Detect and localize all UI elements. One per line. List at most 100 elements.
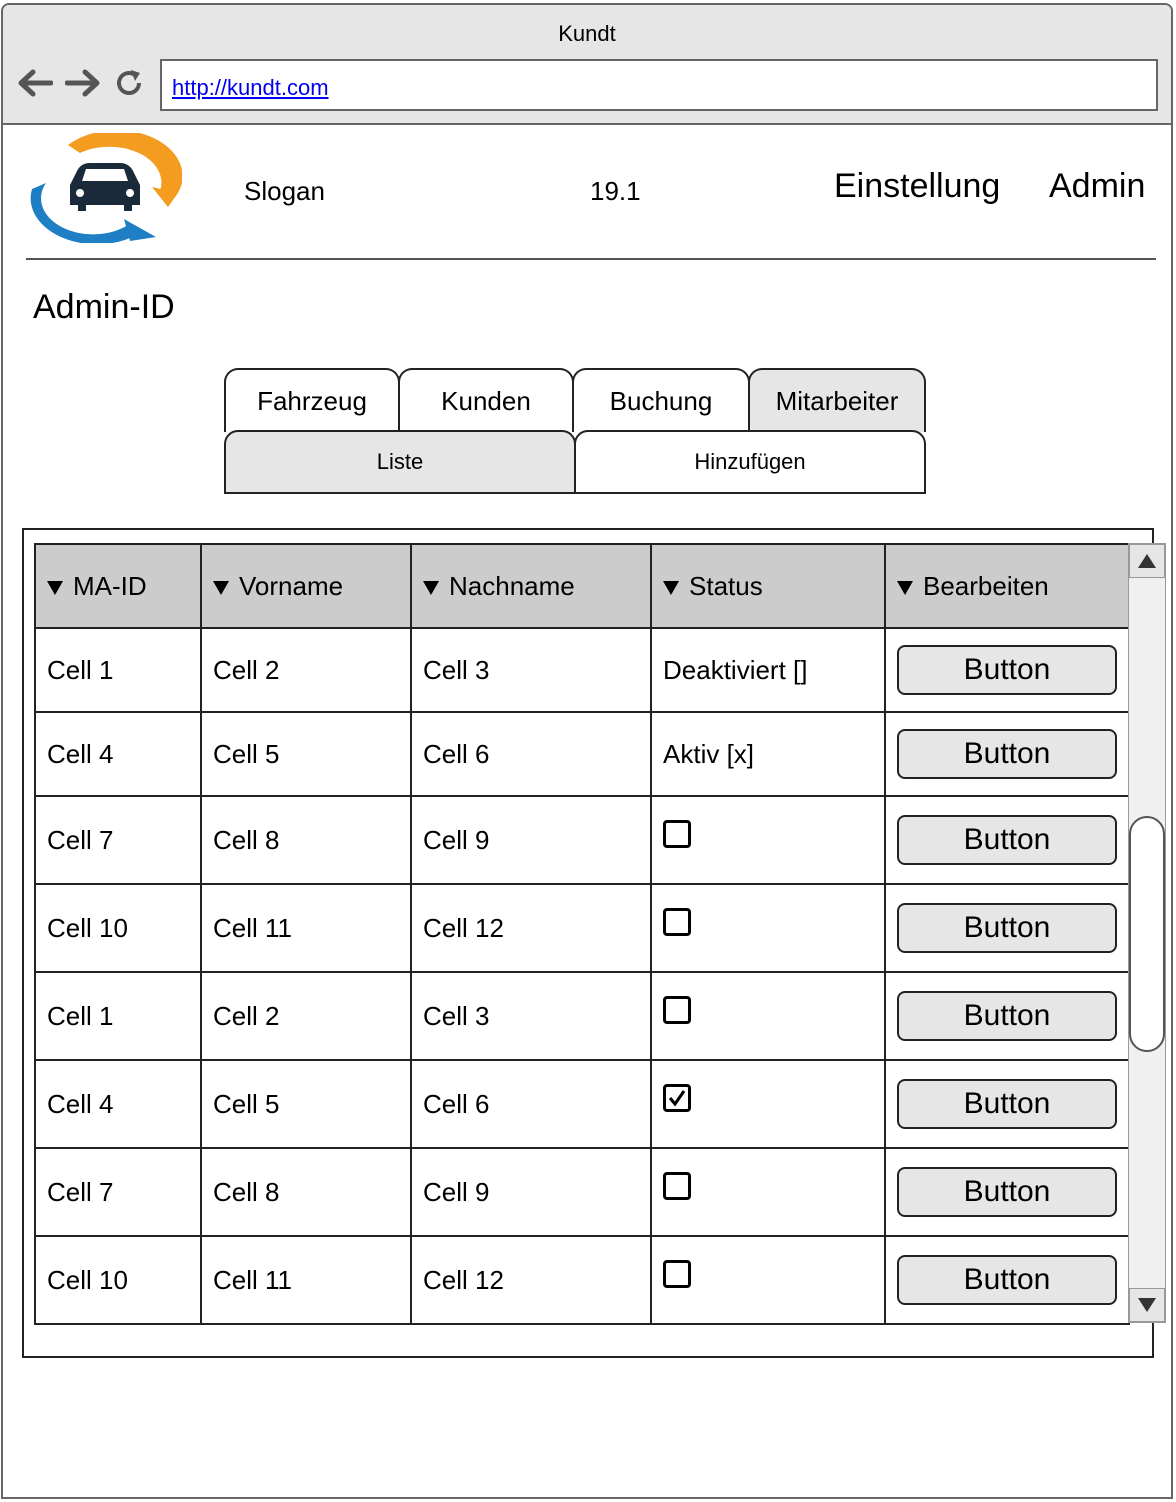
edit-button[interactable]: Button [897, 1255, 1117, 1305]
col-header-label: Bearbeiten [923, 570, 1049, 601]
action-cell: Button [884, 627, 1130, 713]
status-cell [650, 795, 886, 885]
subtab-hinzufuegen[interactable]: Hinzufügen [574, 430, 926, 494]
status-cell [650, 1235, 886, 1325]
scroll-down-icon[interactable] [1129, 1288, 1165, 1322]
table-cell: Cell 9 [410, 1147, 652, 1237]
action-cell: Button [884, 971, 1130, 1061]
table-cell: Cell 2 [200, 627, 412, 713]
status-checkbox[interactable] [663, 1259, 691, 1288]
action-cell: Button [884, 711, 1130, 797]
tab-mitarbeiter[interactable]: Mitarbeiter [748, 368, 926, 432]
status-checkbox[interactable] [663, 819, 691, 848]
col-header-bearbeiten[interactable]: Bearbeiten [884, 543, 1130, 629]
arrow-left-icon[interactable] [17, 65, 53, 101]
table-cell: Cell 7 [34, 1147, 202, 1237]
col-header-label: Vorname [239, 570, 344, 601]
table-cell: Cell 10 [34, 883, 202, 973]
slogan: Slogan [244, 176, 325, 206]
status-cell [650, 883, 886, 973]
nav-link-einstellung[interactable]: Einstellung [834, 167, 1000, 206]
status-text: Aktiv [x] [650, 711, 886, 797]
browser-titlebar: Kundt http://kundt.com [3, 5, 1171, 125]
col-header-nachname[interactable]: Nachname [410, 543, 652, 629]
scrollbar-thumb[interactable] [1129, 816, 1165, 1052]
action-cell: Button [884, 1235, 1130, 1325]
tab-buchung[interactable]: Buchung [572, 368, 750, 432]
table-cell: Cell 8 [200, 795, 412, 885]
table-cell: Cell 9 [410, 795, 652, 885]
edit-button[interactable]: Button [897, 815, 1117, 865]
edit-button[interactable]: Button [897, 1167, 1117, 1217]
edit-button[interactable]: Button [897, 903, 1117, 953]
sort-triangle-icon [897, 580, 913, 595]
checkmark-icon [668, 1089, 686, 1107]
table-header-row: MA-ID Vorname Nachname Status Bearbeiten [34, 543, 1130, 629]
table-cell: Cell 3 [410, 627, 652, 713]
table-row: Cell 4 Cell 5 Cell 6 Button [34, 1059, 1130, 1149]
action-cell: Button [884, 795, 1130, 885]
edit-button[interactable]: Button [897, 991, 1117, 1041]
table-cell: Cell 2 [200, 971, 412, 1061]
version-label: 19.1 [590, 176, 641, 206]
table-row: Cell 7 Cell 8 Cell 9 Button [34, 795, 1130, 885]
col-header-label: Nachname [449, 570, 575, 601]
window-title: Kundt [558, 21, 616, 46]
table-cell: Cell 4 [34, 711, 202, 797]
table-cell: Cell 1 [34, 971, 202, 1061]
table-row: Cell 10 Cell 11 Cell 12 Button [34, 1235, 1130, 1325]
action-cell: Button [884, 1147, 1130, 1237]
nav-link-admin[interactable]: Admin [1049, 167, 1145, 206]
url-bar[interactable]: http://kundt.com [160, 59, 1158, 111]
employee-table: MA-ID Vorname Nachname Status Bearbeiten… [34, 543, 1130, 1325]
tab-fahrzeug[interactable]: Fahrzeug [224, 368, 400, 432]
table-row: Cell 4 Cell 5 Cell 6 Aktiv [x] Button [34, 711, 1130, 797]
table-cell: Cell 8 [200, 1147, 412, 1237]
table-cell: Cell 5 [200, 1059, 412, 1149]
table-cell: Cell 7 [34, 795, 202, 885]
arrow-right-icon[interactable] [65, 65, 101, 101]
table-row: Cell 1 Cell 2 Cell 3 Button [34, 971, 1130, 1061]
scrollbar[interactable] [1128, 543, 1166, 1323]
edit-button[interactable]: Button [897, 645, 1117, 695]
sort-triangle-icon [663, 580, 679, 595]
status-checkbox[interactable] [663, 907, 691, 936]
table-cell: Cell 6 [410, 711, 652, 797]
col-header-label: Status [689, 570, 763, 601]
tab-kunden[interactable]: Kunden [398, 368, 574, 432]
sort-triangle-icon [47, 580, 63, 595]
table-cell: Cell 1 [34, 627, 202, 713]
scroll-up-icon[interactable] [1129, 544, 1165, 578]
edit-button[interactable]: Button [897, 729, 1117, 779]
table-cell: Cell 4 [34, 1059, 202, 1149]
sort-triangle-icon [423, 580, 439, 595]
header-divider [26, 258, 1156, 260]
action-cell: Button [884, 883, 1130, 973]
url-link[interactable]: http://kundt.com [172, 75, 329, 101]
table-cell: Cell 3 [410, 971, 652, 1061]
table-cell: Cell 12 [410, 1235, 652, 1325]
table-row: Cell 10 Cell 11 Cell 12 Button [34, 883, 1130, 973]
table-row: Cell 1 Cell 2 Cell 3 Deaktiviert [] Button [34, 627, 1130, 713]
status-checkbox[interactable] [663, 995, 691, 1024]
col-header-vorname[interactable]: Vorname [200, 543, 412, 629]
table-cell: Cell 5 [200, 711, 412, 797]
table-row: Cell 7 Cell 8 Cell 9 Button [34, 1147, 1130, 1237]
col-header-label: MA-ID [73, 570, 147, 601]
table-cell: Cell 11 [200, 1235, 412, 1325]
sort-triangle-icon [213, 580, 229, 595]
action-cell: Button [884, 1059, 1130, 1149]
edit-button[interactable]: Button [897, 1079, 1117, 1129]
status-checkbox-checked[interactable] [663, 1083, 691, 1112]
table-cell: Cell 6 [410, 1059, 652, 1149]
reload-icon[interactable] [111, 65, 147, 101]
page-title: Admin-ID [33, 288, 175, 326]
status-checkbox[interactable] [663, 1171, 691, 1200]
status-text: Deaktiviert [] [650, 627, 886, 713]
col-header-status[interactable]: Status [650, 543, 886, 629]
table-cell: Cell 12 [410, 883, 652, 973]
subtab-liste[interactable]: Liste [224, 430, 576, 494]
table-cell: Cell 10 [34, 1235, 202, 1325]
table-cell: Cell 11 [200, 883, 412, 973]
col-header-ma-id[interactable]: MA-ID [34, 543, 202, 629]
